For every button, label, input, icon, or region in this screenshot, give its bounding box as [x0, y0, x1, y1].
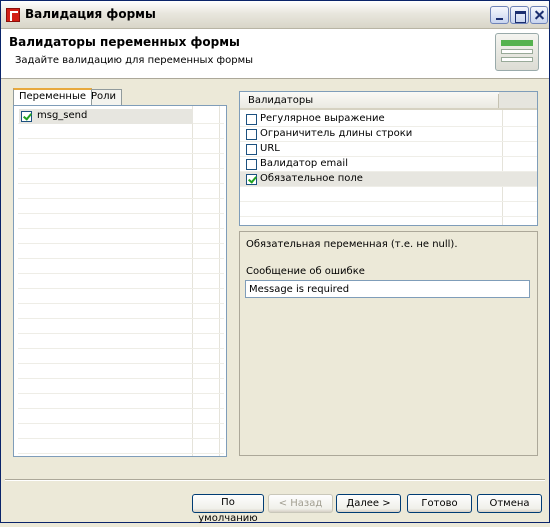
validators-table[interactable]: Валидаторы Регулярное выражение Ограничи…: [239, 91, 538, 226]
table-row: [18, 184, 224, 199]
validator-row-regex[interactable]: Регулярное выражение: [240, 112, 537, 127]
table-row: [18, 349, 224, 364]
table-row: [18, 289, 224, 304]
table-row: [18, 274, 224, 289]
table-row: [18, 394, 224, 409]
table-row: [18, 304, 224, 319]
wizard-header: Валидаторы переменных формы Задайте вали…: [1, 29, 549, 79]
table-row: [18, 334, 224, 349]
table-row: [18, 124, 224, 139]
restore-defaults-button[interactable]: По умолчанию: [192, 494, 264, 524]
validator-label: URL: [260, 143, 280, 154]
validator-label: Регулярное выражение: [260, 113, 385, 124]
window-title: Валидация формы: [25, 7, 156, 21]
app-icon: [6, 8, 20, 22]
error-message-label: Сообщение об ошибке: [246, 266, 365, 277]
table-row: [18, 229, 224, 244]
validator-checkbox[interactable]: [246, 129, 257, 140]
validation-dialog: Валидация формы Валидаторы переменных фо…: [0, 0, 550, 524]
next-button[interactable]: Далее >: [336, 494, 401, 513]
divider: [5, 479, 545, 481]
table-row: [18, 439, 224, 454]
table-row: [18, 154, 224, 169]
table-row: [18, 364, 224, 379]
table-row: [18, 409, 224, 424]
tab-variables[interactable]: Переменные: [13, 88, 92, 105]
validator-label: Валидатор email: [260, 158, 348, 169]
table-row: [18, 169, 224, 184]
table-row: [18, 214, 224, 229]
variable-checkbox[interactable]: [21, 111, 32, 122]
table-row: [18, 139, 224, 154]
list-item-variable[interactable]: msg_send: [19, 109, 193, 124]
validator-row-url[interactable]: URL: [240, 142, 537, 157]
maximize-button[interactable]: [510, 6, 529, 24]
validator-checkbox[interactable]: [246, 114, 257, 125]
validator-row-required[interactable]: Обязательное поле: [240, 172, 537, 187]
table-row: [18, 379, 224, 394]
title-bar[interactable]: Валидация формы: [1, 1, 549, 29]
table-row: [18, 319, 224, 334]
validator-row-email[interactable]: Валидатор email: [240, 157, 537, 172]
validator-checkbox[interactable]: [246, 159, 257, 170]
table-row: [18, 199, 224, 214]
table-row: [18, 424, 224, 439]
validator-description: Обязательная переменная (т.е. не null).: [246, 239, 458, 250]
page-subtitle: Задайте валидацию для переменных формы: [15, 55, 254, 66]
table-row: [240, 187, 537, 202]
validator-label: Обязательное поле: [260, 173, 363, 184]
validator-checkbox[interactable]: [246, 174, 257, 185]
validator-details: Обязательная переменная (т.е. не null). …: [239, 231, 538, 456]
column-header-validators: Валидаторы: [248, 95, 314, 106]
table-row: [18, 259, 224, 274]
variable-name: msg_send: [37, 110, 88, 121]
error-message-input[interactable]: [245, 280, 530, 298]
cancel-button[interactable]: Отмена: [477, 494, 542, 513]
finish-button[interactable]: Готово: [407, 494, 472, 513]
variables-list[interactable]: msg_send: [13, 105, 227, 457]
validator-checkbox[interactable]: [246, 144, 257, 155]
validator-label: Ограничитель длины строки: [260, 128, 413, 139]
minimize-button[interactable]: [490, 6, 509, 24]
back-button[interactable]: < Назад: [268, 494, 333, 513]
page-title: Валидаторы переменных формы: [9, 35, 240, 49]
table-header: Валидаторы: [240, 92, 537, 110]
table-row: [18, 244, 224, 259]
form-wizard-icon: [495, 33, 539, 71]
table-row: [240, 202, 537, 217]
validator-row-length[interactable]: Ограничитель длины строки: [240, 127, 537, 142]
close-button[interactable]: [530, 6, 548, 24]
